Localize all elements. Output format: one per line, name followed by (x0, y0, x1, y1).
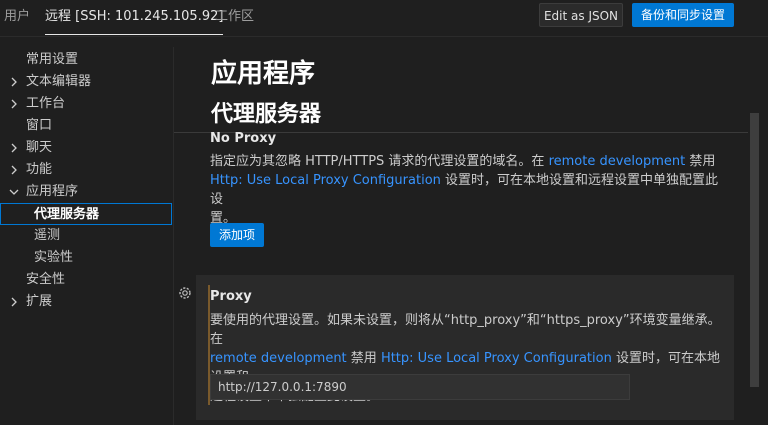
sidebar-item-label: 代理服务器 (34, 207, 100, 222)
desc-text: 要使用的代理设置。如果未设置，则将从“http_proxy”和“https_pr… (210, 313, 721, 347)
proxy-title: Proxy (210, 289, 252, 304)
sidebar-item-proxy[interactable]: 代理服务器 (0, 203, 172, 225)
add-item-button[interactable]: 添加项 (210, 223, 264, 247)
sidebar-item-security[interactable]: 安全性 (0, 269, 172, 291)
desc-text: 指定应为其忽略 HTTP/HTTPS 请求的代理设置的域名。在 (210, 154, 549, 169)
section-title: 应用程序 (211, 59, 316, 89)
tab-workspace[interactable]: 工作区 (215, 0, 254, 34)
sidebar-item-workbench[interactable]: 工作台 (0, 93, 172, 115)
settings-header: 用户 远程 [SSH: 101.245.105.92] 工作区 Edit as … (0, 0, 768, 36)
sidebar-item-label: 常用设置 (26, 52, 79, 67)
desc-text: 置。 (210, 211, 237, 226)
remote-development-link[interactable]: remote development (210, 351, 347, 366)
proxy-input[interactable]: http://127.0.0.1:7890 (210, 374, 630, 400)
sidebar-item-label: 实验性 (34, 250, 74, 265)
chevron-right-icon (11, 77, 17, 87)
use-local-proxy-link[interactable]: Http: Use Local Proxy Configuration (210, 173, 441, 188)
edit-as-json-button[interactable]: Edit as JSON (539, 3, 623, 27)
sidebar-item-common[interactable]: 常用设置 (0, 49, 172, 71)
tab-user[interactable]: 用户 (4, 0, 30, 34)
remote-development-link[interactable]: remote development (549, 154, 686, 169)
sidebar-item-label: 聊天 (26, 140, 53, 155)
sidebar-item-text-editor[interactable]: 文本编辑器 (0, 71, 172, 93)
subsection-title: 代理服务器 (211, 102, 322, 127)
no-proxy-title: No Proxy (210, 131, 277, 146)
sidebar-item-label: 应用程序 (26, 184, 79, 199)
chevron-right-icon (11, 143, 17, 153)
settings-toc: 常用设置 文本编辑器 工作台 窗口 聊天 功能 应用程序 代理服务器 遥测 实验… (0, 47, 173, 425)
sidebar-item-label: 窗口 (26, 118, 53, 133)
sidebar-item-label: 遥测 (34, 228, 61, 243)
desc-text: 禁用 (346, 351, 381, 366)
sidebar-item-label: 安全性 (26, 272, 66, 287)
sidebar-item-label: 文本编辑器 (26, 74, 92, 89)
sidebar-item-experimental[interactable]: 实验性 (0, 247, 172, 269)
sidebar-item-telemetry[interactable]: 遥测 (0, 225, 172, 247)
tab-remote[interactable]: 远程 [SSH: 101.245.105.92] (45, 0, 224, 35)
use-local-proxy-link[interactable]: Http: Use Local Proxy Configuration (381, 351, 612, 366)
sidebar-item-window[interactable]: 窗口 (0, 115, 172, 137)
chevron-down-icon (9, 189, 19, 195)
gear-icon[interactable] (177, 285, 193, 301)
no-proxy-description: 指定应为其忽略 HTTP/HTTPS 请求的代理设置的域名。在 remote d… (210, 152, 730, 228)
sidebar-item-label: 功能 (26, 162, 53, 177)
backup-sync-button[interactable]: 备份和同步设置 (632, 3, 734, 27)
sidebar-item-label: 扩展 (26, 294, 53, 309)
sidebar-item-extensions[interactable]: 扩展 (0, 291, 172, 313)
sidebar-item-chat[interactable]: 聊天 (0, 137, 172, 159)
chevron-right-icon (11, 297, 17, 307)
chevron-right-icon (11, 99, 17, 109)
sidebar-item-application[interactable]: 应用程序 (0, 181, 172, 203)
sidebar-item-label: 工作台 (26, 96, 66, 111)
chevron-right-icon (11, 165, 17, 175)
desc-text: 禁用 (685, 154, 716, 169)
sidebar-item-features[interactable]: 功能 (0, 159, 172, 181)
settings-editor: 应用程序 代理服务器 No Proxy 指定应为其忽略 HTTP/HTTPS 请… (174, 37, 748, 425)
scrollbar-thumb[interactable] (750, 113, 759, 387)
